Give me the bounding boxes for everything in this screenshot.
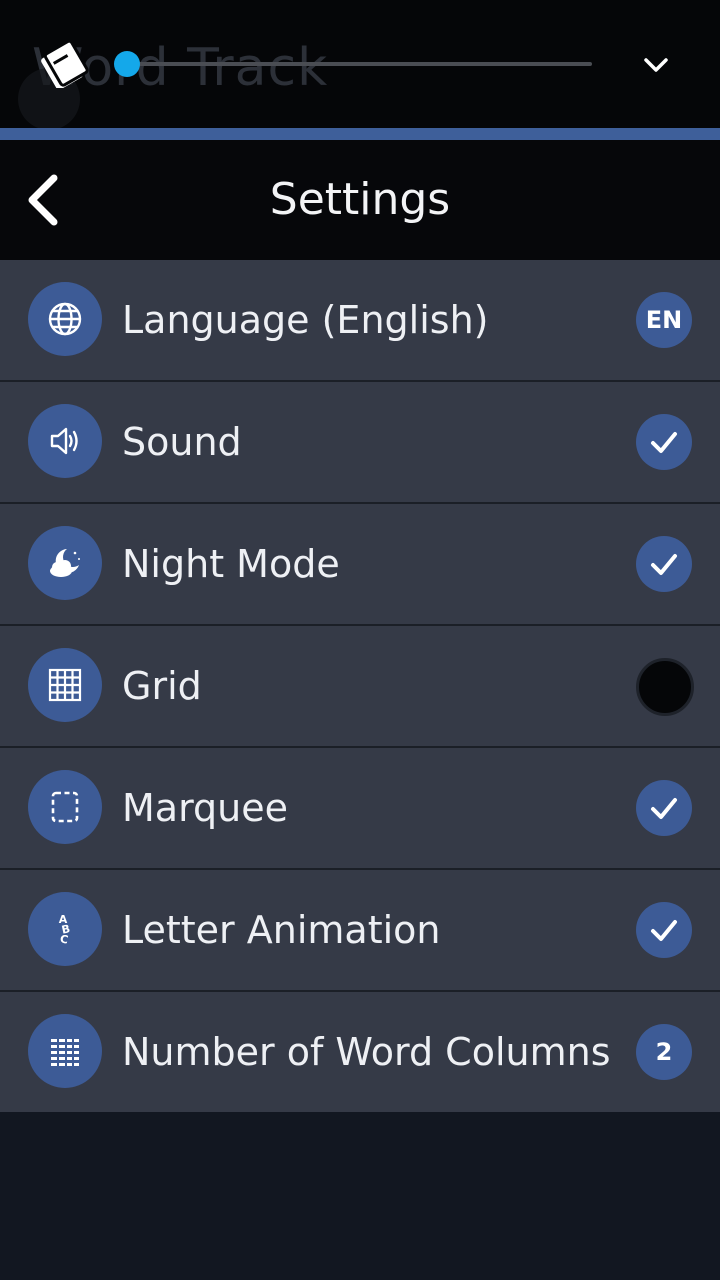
setting-row-sound[interactable]: Sound [0,382,720,504]
slider-thumb[interactable] [114,51,140,77]
check-icon[interactable] [636,902,692,958]
marquee-icon [28,770,102,844]
chevron-left-icon[interactable] [20,172,70,228]
setting-label: Night Mode [122,542,340,586]
columns-icon [28,1014,102,1088]
setting-row-grid[interactable]: Grid [0,626,720,748]
setting-label: Letter Animation [122,908,441,952]
setting-label: Grid [122,664,202,708]
chevron-down-icon[interactable] [634,48,678,84]
check-icon[interactable] [636,414,692,470]
speaker-icon [28,404,102,478]
setting-label: Sound [122,420,242,464]
setting-row-marquee[interactable]: Marquee [0,748,720,870]
setting-row-word-columns[interactable]: Number of Word Columns 2 [0,992,720,1112]
settings-header: Settings [0,140,720,260]
slider-track[interactable] [126,62,592,66]
setting-label: Number of Word Columns [122,1030,611,1074]
page-title: Settings [269,174,451,225]
check-icon[interactable] [636,780,692,836]
cards-icon[interactable] [38,42,92,88]
svg-text:C: C [59,932,69,946]
setting-row-language[interactable]: Language (English) EN [0,260,720,382]
divider-line [0,128,720,140]
check-icon[interactable] [636,536,692,592]
grid-icon [28,648,102,722]
toggle-off-indicator[interactable] [636,658,694,716]
setting-row-letter-animation[interactable]: A B C Letter Animation [0,870,720,992]
setting-row-night-mode[interactable]: Night Mode [0,504,720,626]
setting-label: Marquee [122,786,288,830]
columns-count-badge[interactable]: 2 [636,1024,692,1080]
globe-icon [28,282,102,356]
language-badge[interactable]: EN [636,292,692,348]
setting-label: Language (English) [122,298,489,342]
settings-list: Language (English) EN Sound Night Mode G… [0,260,720,1112]
top-bar: Word Track [0,0,720,130]
moon-cloud-icon [28,526,102,600]
abc-icon: A B C [28,892,102,966]
